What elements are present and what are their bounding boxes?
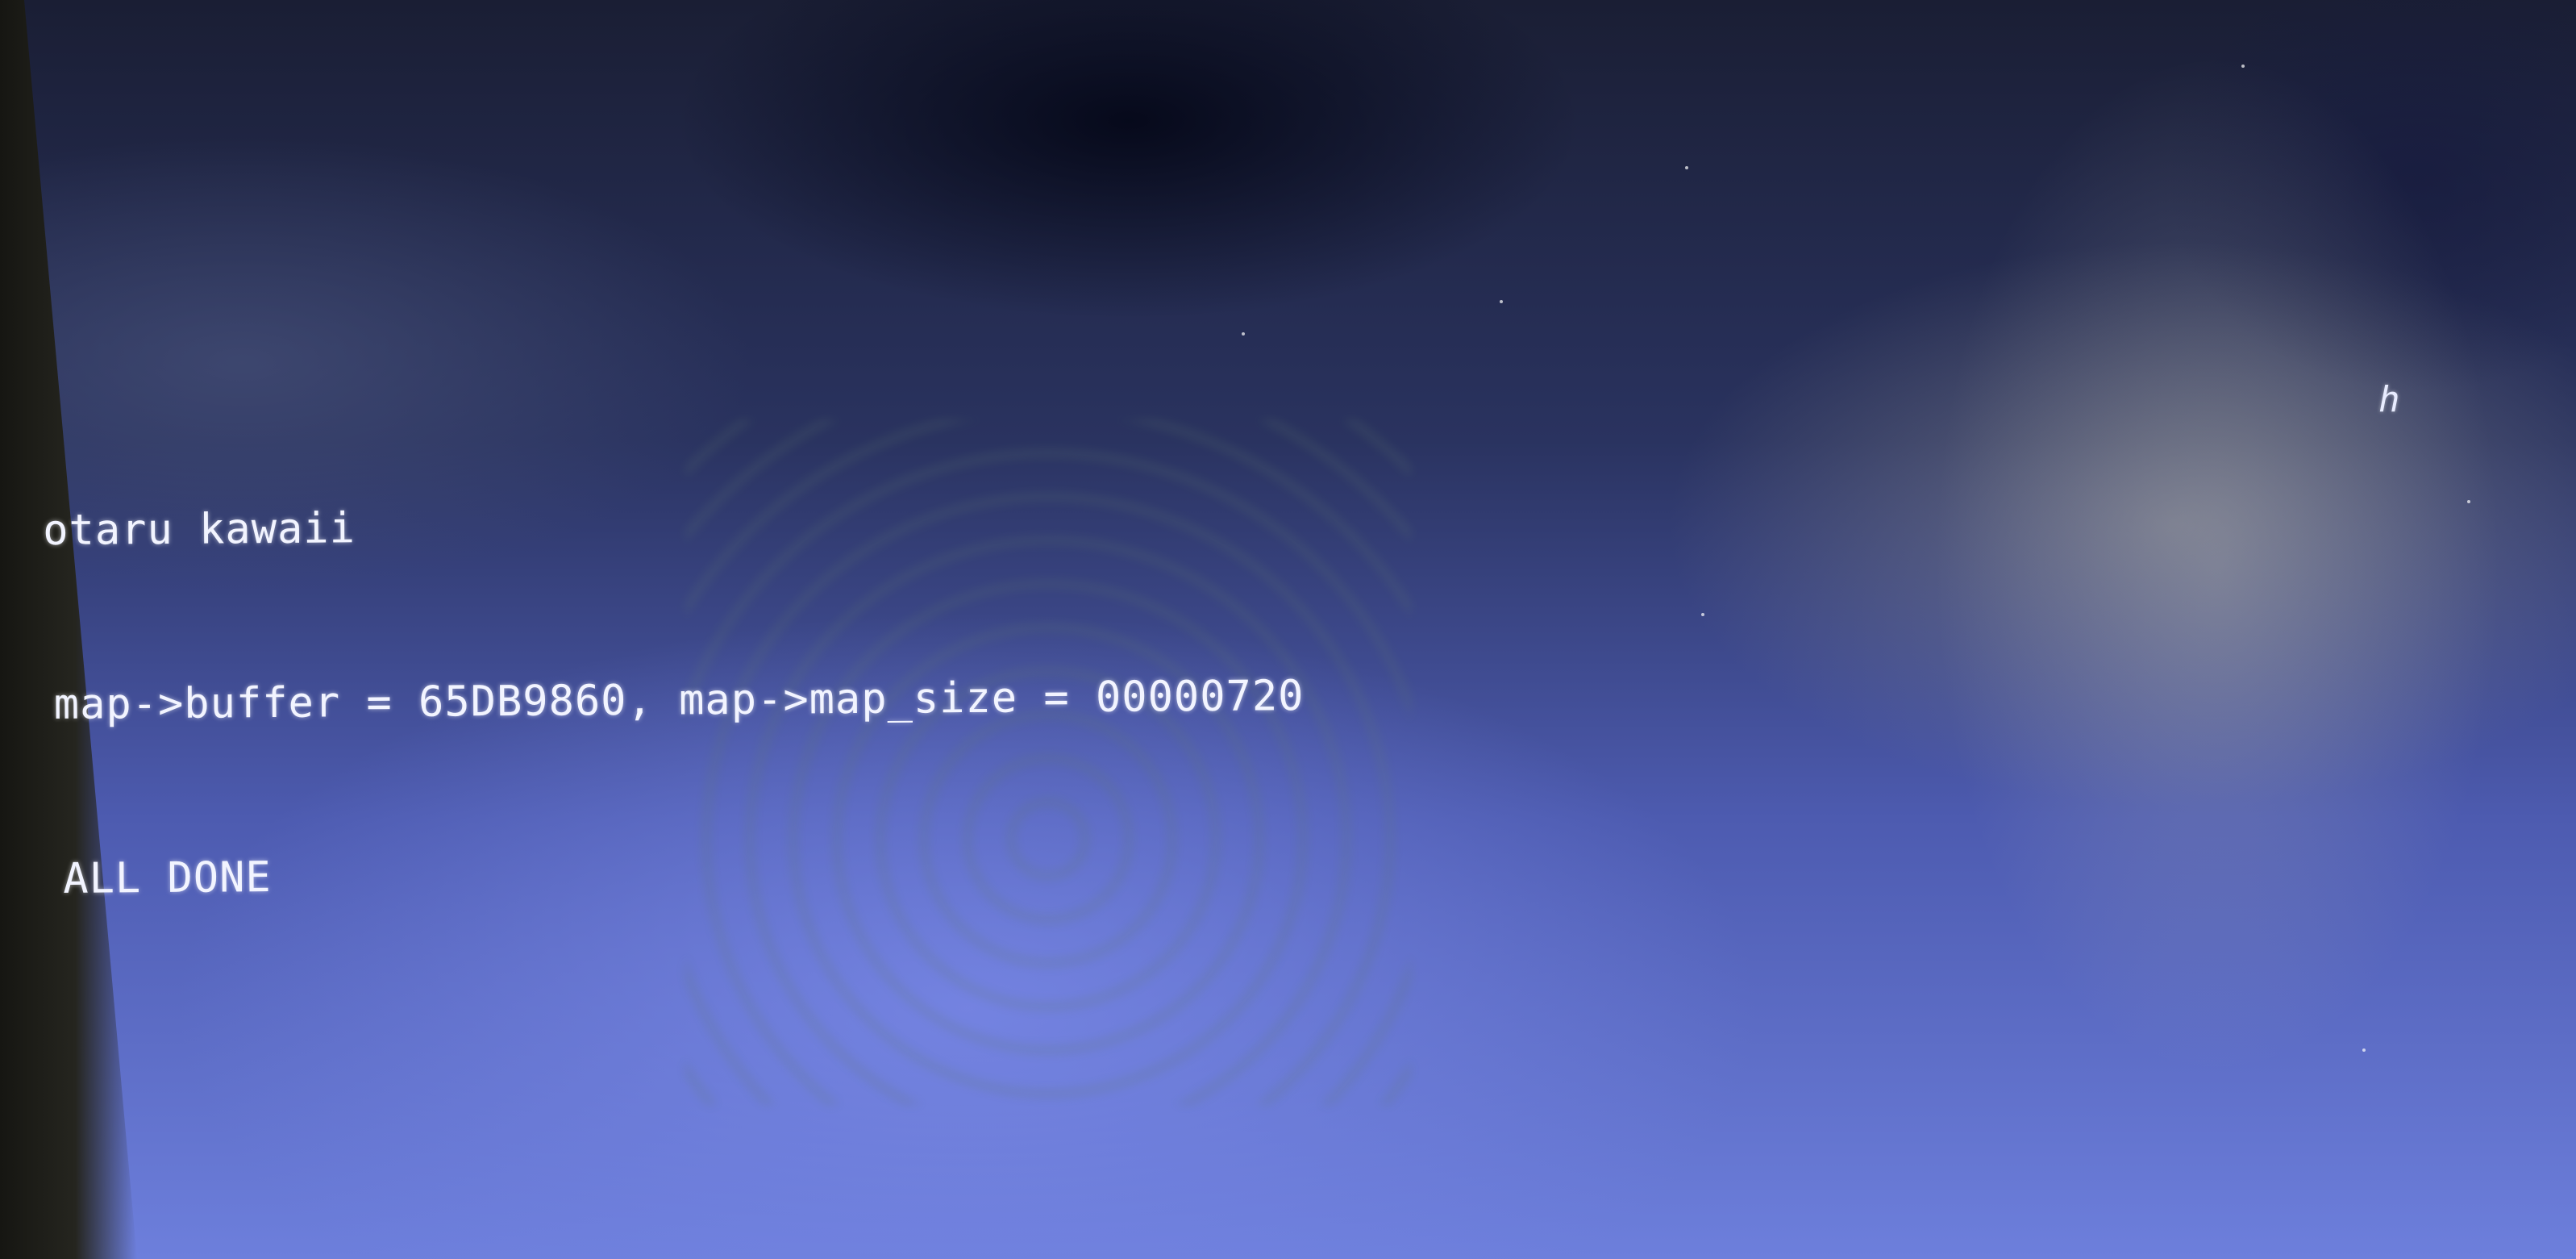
dust-speck (1701, 613, 1704, 616)
dust-speck (1685, 166, 1688, 169)
console-line: map->buffer = 65DB9860, map->map_size = … (53, 672, 1305, 729)
console-line: ALL DONE (63, 853, 272, 903)
dust-speck (2241, 65, 2245, 68)
screen-glare (1733, 0, 2576, 1259)
dust-speck (1500, 300, 1503, 303)
dust-speck (2362, 1048, 2366, 1052)
screen-photo: otaru kawaii map->buffer = 65DB9860, map… (0, 0, 2576, 1259)
stray-character: h (2378, 379, 2400, 420)
dust-speck (2467, 500, 2470, 503)
console-line: otaru kawaii (43, 504, 356, 555)
console-output: otaru kawaii map->buffer = 65DB9860, map… (42, 377, 1306, 1024)
dust-speck (1242, 332, 1245, 336)
